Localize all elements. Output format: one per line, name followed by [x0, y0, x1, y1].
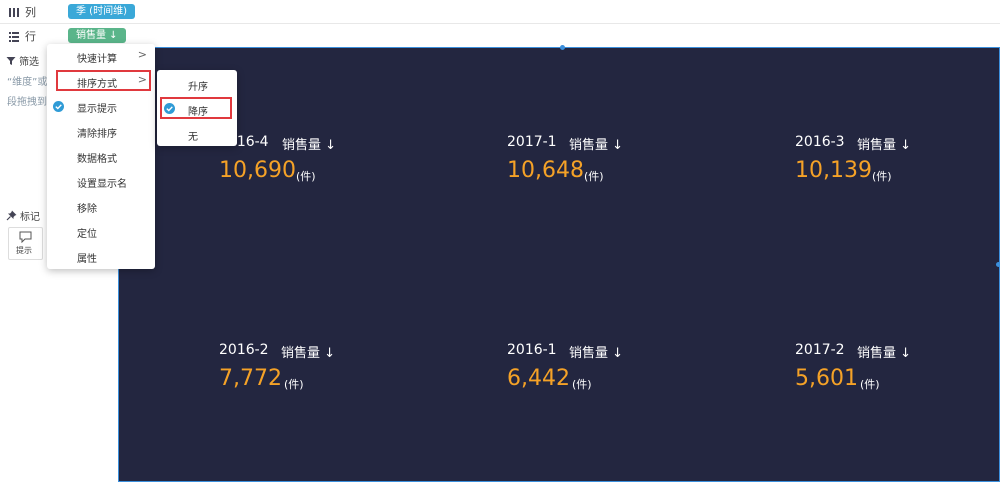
- menu-item-data-format[interactable]: 数据格式: [47, 144, 155, 169]
- kpi-unit: (件): [584, 170, 604, 183]
- kpi-value: 10,648: [507, 158, 584, 183]
- menu-item-properties[interactable]: 属性: [47, 244, 155, 269]
- kpi-period: 2016-3: [795, 134, 845, 150]
- resize-handle-right[interactable]: [996, 262, 1000, 267]
- sort-descending-option[interactable]: 降序: [157, 96, 237, 121]
- kpi-unit: (件): [296, 170, 316, 183]
- menu-item-locate[interactable]: 定位: [47, 219, 155, 244]
- tooltip-mark-label: 提示: [16, 246, 32, 255]
- menu-item-label: 清除排序: [77, 129, 117, 140]
- kpi-measure: 销售量 ↓: [857, 138, 912, 153]
- columns-shelf-label: 列: [8, 4, 36, 20]
- kpi-unit: (件): [860, 378, 880, 391]
- kpi-value: 10,690: [219, 158, 296, 183]
- rows-shelf-label: 行: [8, 28, 36, 44]
- menu-item-show-tooltip[interactable]: 显示提示: [47, 94, 155, 119]
- rows-icon: [9, 31, 19, 42]
- menu-item-label: 移除: [77, 204, 97, 215]
- pin-icon: [6, 210, 17, 221]
- kpi-measure: 销售量 ↓: [569, 138, 624, 153]
- menu-item-label: 设置显示名: [77, 179, 127, 190]
- menu-item-label: 属性: [77, 254, 97, 265]
- kpi-unit: (件): [284, 378, 304, 391]
- menu-item-label: 定位: [77, 229, 97, 240]
- check-circle-icon: [53, 101, 64, 112]
- menu-item-sort-by[interactable]: 排序方式 >: [47, 69, 155, 94]
- menu-item-label: 排序方式: [77, 79, 117, 90]
- kpi-measure: 销售量 ↓: [281, 346, 336, 361]
- column-field-pill[interactable]: 季 (时间维): [68, 4, 135, 19]
- menu-item-remove[interactable]: 移除: [47, 194, 155, 219]
- submenu-item-label: 无: [188, 132, 198, 143]
- row-field-pill[interactable]: 销售量 ↓: [68, 28, 126, 43]
- field-context-menu: 快速计算 > 排序方式 > 显示提示 清除排序 数据格式 设置显示名 移除 定位…: [47, 44, 155, 269]
- kpi-value: 5,601: [795, 366, 858, 391]
- columns-icon: [9, 7, 19, 17]
- marks-title: 标记: [20, 212, 40, 223]
- tooltip-mark-button[interactable]: 提示: [8, 227, 43, 260]
- kpi-canvas[interactable]: 2016-4 销售量 ↓ 10,690 (件) 2017-1 销售量 ↓ 10,…: [118, 45, 1000, 482]
- chevron-right-icon: >: [137, 48, 147, 61]
- menu-item-quick-calc[interactable]: 快速计算 >: [47, 44, 155, 69]
- kpi-period: 2017-2: [795, 342, 845, 358]
- kpi-measure: 销售量 ↓: [282, 138, 337, 153]
- filter-hint-1: “维度”或: [7, 77, 48, 88]
- submenu-item-label: 升序: [188, 82, 208, 93]
- kpi-period: 2016-2: [219, 342, 269, 358]
- check-circle-icon: [164, 103, 175, 114]
- columns-shelf: 列 季 (时间维): [0, 0, 1000, 24]
- kpi-value: 6,442: [507, 366, 570, 391]
- menu-item-label: 显示提示: [77, 104, 117, 115]
- filter-icon: [6, 56, 16, 65]
- filter-hint-2: 段拖拽到此: [7, 97, 52, 108]
- menu-item-label: 数据格式: [77, 154, 117, 165]
- kpi-unit: (件): [572, 378, 592, 391]
- kpi-period: 2017-1: [507, 134, 557, 150]
- menu-item-rename[interactable]: 设置显示名: [47, 169, 155, 194]
- tooltip-icon: [19, 231, 32, 243]
- kpi-measure: 销售量 ↓: [857, 346, 912, 361]
- kpi-value: 10,139: [795, 158, 872, 183]
- filter-section-title: 筛选: [6, 53, 39, 68]
- marks-section-title: 标记: [6, 208, 40, 223]
- kpi-value: 7,772: [219, 366, 282, 391]
- rows-label: 行: [25, 30, 36, 43]
- sort-submenu: 升序 降序 无: [157, 70, 237, 146]
- chevron-right-icon: >: [137, 73, 147, 86]
- kpi-period: 2016-1: [507, 342, 557, 358]
- sort-none-option[interactable]: 无: [157, 121, 237, 146]
- resize-handle-top[interactable]: [560, 45, 565, 50]
- menu-item-clear-sort[interactable]: 清除排序: [47, 119, 155, 144]
- columns-label: 列: [25, 6, 36, 19]
- kpi-measure: 销售量 ↓: [569, 346, 624, 361]
- kpi-unit: (件): [872, 170, 892, 183]
- submenu-item-label: 降序: [188, 107, 208, 118]
- filter-title: 筛选: [19, 57, 39, 68]
- sort-ascending-option[interactable]: 升序: [157, 71, 237, 96]
- menu-item-label: 快速计算: [77, 54, 117, 65]
